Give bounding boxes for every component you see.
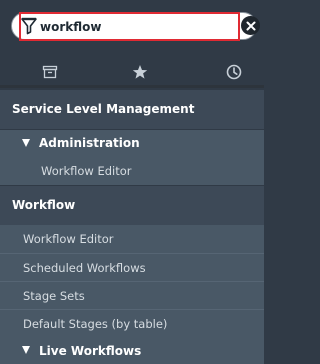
submodule-label: Live Workflows: [39, 344, 142, 358]
expand-triangle-icon: [22, 139, 30, 147]
search-highlight-box: [19, 12, 240, 41]
module-workflow[interactable]: Workflow: [0, 186, 264, 225]
tab-history[interactable]: [204, 56, 264, 88]
submodule-live-workflows[interactable]: Live Workflows: [0, 338, 264, 364]
module-service-level-management[interactable]: Service Level Management: [0, 90, 264, 129]
submodule-administration[interactable]: Administration: [0, 130, 264, 157]
close-icon: [246, 21, 255, 30]
archive-icon: [42, 65, 58, 79]
clock-icon: [226, 64, 242, 80]
navigator-tabs: [0, 56, 264, 88]
submodule-label: Administration: [39, 136, 140, 150]
tabs-underline: [0, 85, 264, 88]
nav-item-workflow-editor[interactable]: Workflow Editor: [0, 225, 264, 253]
tab-favorites[interactable]: [110, 56, 170, 88]
clear-filter-button[interactable]: [241, 16, 260, 35]
nav-item-scheduled-workflows[interactable]: Scheduled Workflows: [0, 254, 264, 282]
tab-all-apps[interactable]: [20, 56, 80, 88]
nav-item-stage-sets[interactable]: Stage Sets: [0, 282, 264, 310]
nav-item-workflow-editor-admin[interactable]: Workflow Editor: [0, 157, 264, 185]
star-icon: [132, 65, 148, 79]
expand-triangle-icon: [22, 346, 30, 354]
nav-item-default-stages[interactable]: Default Stages (by table): [0, 310, 264, 338]
